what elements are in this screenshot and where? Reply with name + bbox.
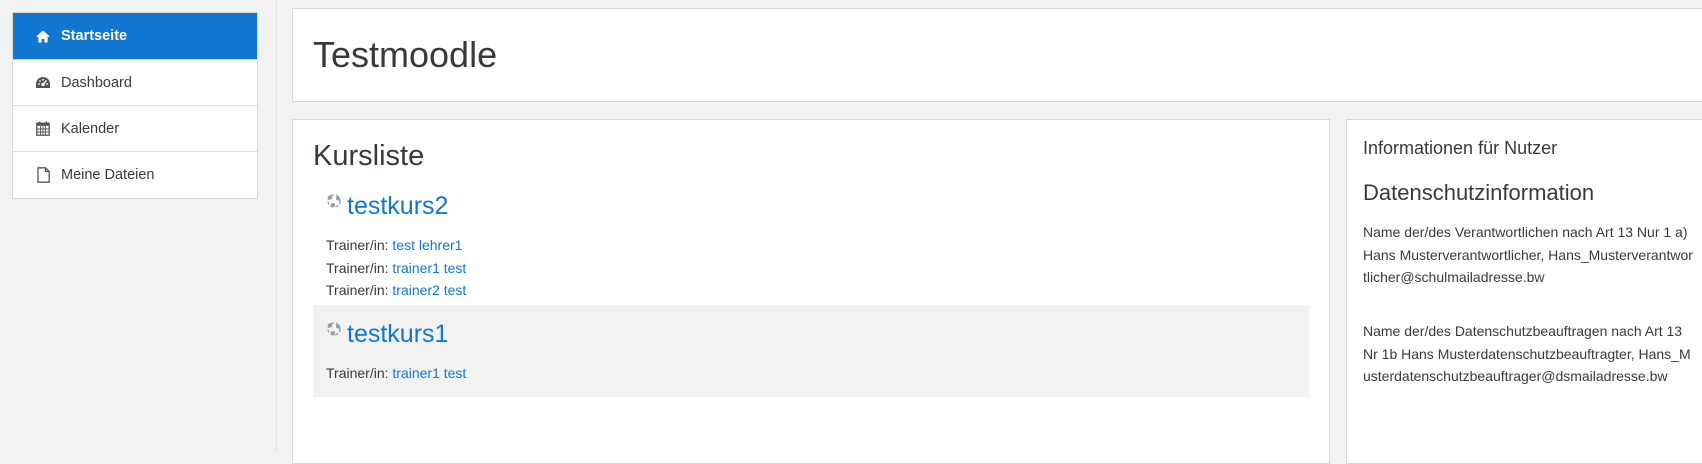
course-box: testkurs2 Trainer/in: test lehrer1 Train… (313, 188, 1309, 305)
teacher-link[interactable]: test lehrer1 (392, 237, 462, 253)
teacher-link[interactable]: trainer1 test (392, 365, 466, 381)
home-icon (35, 28, 51, 44)
teacher-role: Trainer/in: (326, 237, 393, 253)
privacy-paragraph: Name der/des Verantwortlichen nach Art 1… (1363, 224, 1693, 285)
file-icon (35, 167, 51, 183)
course-header: testkurs1 (326, 316, 1309, 352)
teacher-row: Trainer/in: trainer2 test (326, 279, 1309, 302)
info-block: Informationen für Nutzer Datenschutzinfo… (1346, 119, 1702, 464)
page-header: Testmoodle (292, 8, 1702, 102)
nav-item-label: Dashboard (61, 74, 132, 91)
block-title: Informationen für Nutzer (1363, 138, 1558, 158)
privacy-paragraph: Name der/des Datenschutzbeauftragen nach… (1363, 323, 1691, 384)
nav-item-dashboard[interactable]: Dashboard (13, 60, 257, 106)
nav-item-startseite[interactable]: Startseite (13, 13, 257, 60)
nav-drawer: Startseite Dashboard Kalender Meine Date… (0, 0, 277, 452)
calendar-icon (35, 121, 51, 137)
teacher-link[interactable]: trainer1 test (392, 260, 466, 276)
dashboard-icon (35, 75, 51, 91)
course-header: testkurs2 (326, 188, 1309, 224)
nav-item-label: Meine Dateien (61, 167, 155, 183)
nav-item-label: Startseite (61, 28, 128, 44)
nav-item-kalender[interactable]: Kalender (13, 106, 257, 152)
course-box: testkurs1 Trainer/in: trainer1 test (313, 305, 1309, 397)
course-link[interactable]: testkurs1 (347, 320, 448, 349)
course-icon (326, 321, 342, 337)
teacher-role: Trainer/in: (326, 282, 393, 298)
teacher-row: Trainer/in: trainer1 test (326, 362, 1309, 385)
course-icon (326, 193, 342, 209)
course-teachers: Trainer/in: test lehrer1 Trainer/in: tra… (326, 234, 1309, 302)
course-teachers: Trainer/in: trainer1 test (326, 362, 1309, 385)
teacher-link[interactable]: trainer2 test (392, 282, 466, 298)
teacher-row: Trainer/in: test lehrer1 (326, 234, 1309, 257)
teacher-role: Trainer/in: (326, 259, 393, 276)
nav-item-label: Kalender (61, 120, 120, 137)
course-list-heading: Kursliste (313, 140, 425, 172)
teacher-role: Trainer/in: (326, 365, 393, 381)
page-title: Testmoodle (313, 34, 498, 75)
teacher-row: Trainer/in: trainer1 test (326, 257, 1309, 280)
block-subtitle: Datenschutzinformation (1363, 180, 1595, 205)
course-list-region: Kursliste testkurs2 Trainer/in: test leh… (292, 119, 1330, 464)
course-link[interactable]: testkurs2 (347, 192, 448, 221)
nav-list: Startseite Dashboard Kalender Meine Date… (12, 12, 258, 199)
nav-item-meine-dateien[interactable]: Meine Dateien (13, 152, 257, 198)
